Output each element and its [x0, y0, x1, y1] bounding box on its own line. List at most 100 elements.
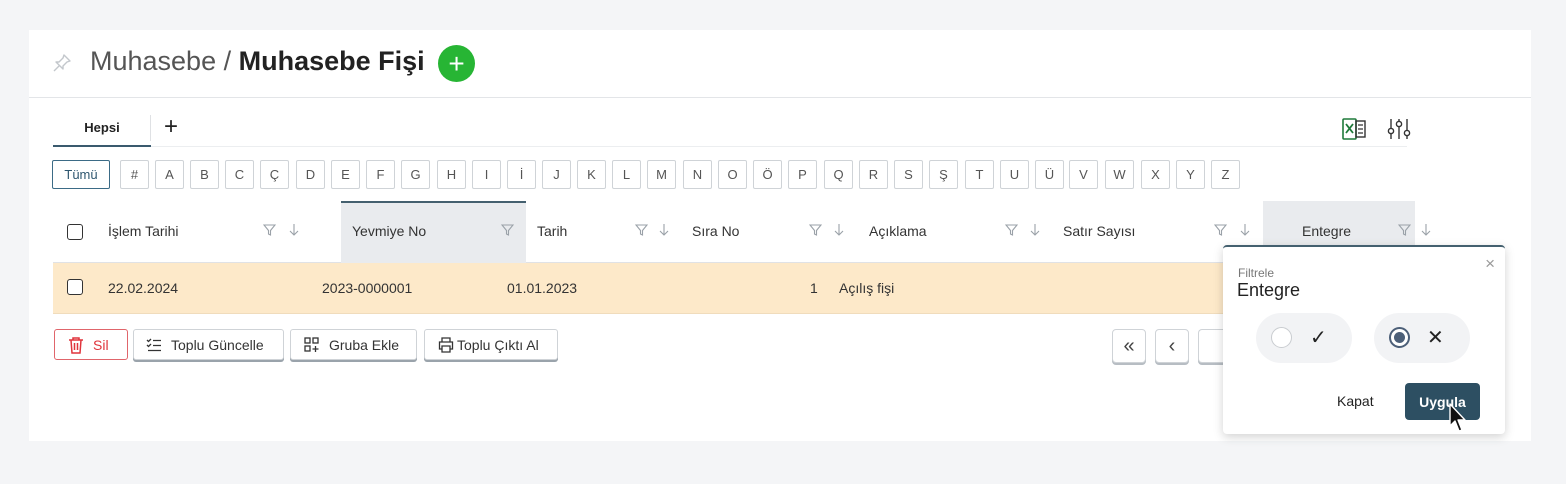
- filter-option-false[interactable]: ✕: [1374, 313, 1470, 363]
- bulk-update-button[interactable]: Toplu Güncelle: [133, 329, 284, 360]
- filter-icon[interactable]: [263, 223, 276, 237]
- page-title: Muhasebe / Muhasebe Fişi: [90, 46, 425, 77]
- sort-down-icon[interactable]: [658, 223, 670, 237]
- excel-export-icon[interactable]: [1341, 116, 1367, 142]
- letter-filter-button[interactable]: Ş: [929, 160, 958, 189]
- letter-filter-button[interactable]: W: [1105, 160, 1134, 189]
- letter-filter-button[interactable]: N: [683, 160, 712, 189]
- tab-divider: [150, 115, 151, 141]
- letter-filter-button[interactable]: Ç: [260, 160, 289, 189]
- letter-filter-button[interactable]: C: [225, 160, 254, 189]
- letter-filter-button[interactable]: S: [894, 160, 923, 189]
- letter-filter-button[interactable]: P: [788, 160, 817, 189]
- filter-icon[interactable]: [1214, 223, 1227, 237]
- letter-filter-all[interactable]: Tümü: [52, 160, 110, 189]
- table-header: İşlem Tarihi Yevmiye No Tarih Sıra No Aç…: [53, 201, 1431, 263]
- filter-icon[interactable]: [501, 223, 514, 237]
- filter-icon[interactable]: [635, 223, 648, 237]
- letter-filter-button[interactable]: A: [155, 160, 184, 189]
- filter-icon[interactable]: [1398, 223, 1411, 237]
- letter-filter-button[interactable]: I: [472, 160, 501, 189]
- bulk-update-label: Toplu Güncelle: [171, 336, 264, 353]
- column-header-sira-no[interactable]: Sıra No: [681, 201, 859, 263]
- check-icon: ✓: [1310, 327, 1327, 349]
- cell-yevmiye-no: 2023-0000001: [322, 280, 413, 296]
- letter-filter-button[interactable]: Q: [824, 160, 853, 189]
- letter-filter-button[interactable]: Ö: [753, 160, 782, 189]
- breadcrumb-parent[interactable]: Muhasebe: [90, 46, 216, 76]
- add-icon: +: [448, 47, 465, 79]
- cell-sira-no: 1: [810, 280, 818, 296]
- filter-icon[interactable]: [809, 223, 822, 237]
- filter-icon[interactable]: [1005, 223, 1018, 237]
- apply-button[interactable]: Uygula: [1405, 383, 1480, 420]
- column-label: Satır Sayısı: [1063, 223, 1136, 239]
- radio-false[interactable]: [1389, 327, 1410, 348]
- letter-filter-button[interactable]: B: [190, 160, 219, 189]
- pager-first-button[interactable]: «: [1112, 329, 1146, 363]
- sort-down-icon[interactable]: [1029, 223, 1041, 237]
- sort-down-icon[interactable]: [1239, 223, 1251, 237]
- tab-hepsi[interactable]: Hepsi: [53, 110, 151, 147]
- add-record-button[interactable]: +: [438, 45, 475, 82]
- x-icon: ✕: [1427, 327, 1444, 349]
- pin-icon[interactable]: [51, 52, 73, 74]
- letter-filter-button[interactable]: H: [437, 160, 466, 189]
- cursor-icon: [1449, 403, 1466, 432]
- tab-bar: Hepsi +: [53, 110, 1407, 147]
- breadcrumb-current: Muhasebe Fişi: [238, 46, 425, 76]
- double-chevron-left-icon: «: [1123, 334, 1135, 357]
- select-all-checkbox[interactable]: [67, 224, 83, 240]
- column-settings-icon[interactable]: [1386, 116, 1412, 142]
- column-header-tarih[interactable]: Tarih: [526, 201, 681, 263]
- radio-true[interactable]: [1271, 327, 1292, 348]
- column-label: Tarih: [537, 223, 568, 239]
- letter-filter-button[interactable]: #: [120, 160, 149, 189]
- letter-filter-button[interactable]: D: [296, 160, 325, 189]
- letter-filter-button[interactable]: X: [1141, 160, 1170, 189]
- letter-filter-button[interactable]: F: [366, 160, 395, 189]
- letter-filter-button[interactable]: T: [965, 160, 994, 189]
- column-header-islem-tarihi[interactable]: İşlem Tarihi: [103, 201, 336, 263]
- letter-filter-button[interactable]: E: [331, 160, 360, 189]
- letter-filter-button[interactable]: Ü: [1035, 160, 1064, 189]
- letter-filter-button[interactable]: O: [718, 160, 747, 189]
- letter-filter-button[interactable]: L: [612, 160, 641, 189]
- letter-filter-button[interactable]: J: [542, 160, 571, 189]
- list-check-icon: [146, 338, 161, 351]
- letter-filter-button[interactable]: R: [859, 160, 888, 189]
- add-tab-button[interactable]: +: [164, 113, 178, 141]
- bulk-print-label: Toplu Çıktı Al: [457, 336, 539, 353]
- column-label: Açıklama: [869, 223, 927, 239]
- add-to-group-button[interactable]: Gruba Ekle: [290, 329, 417, 360]
- close-button[interactable]: Kapat: [1337, 393, 1374, 409]
- filter-option-true[interactable]: ✓: [1256, 313, 1352, 363]
- add-to-group-label: Gruba Ekle: [329, 336, 400, 353]
- column-header-aciklama[interactable]: Açıklama: [859, 201, 1053, 263]
- letter-filter-button[interactable]: V: [1069, 160, 1098, 189]
- column-header-yevmiye-no[interactable]: Yevmiye No: [341, 201, 526, 263]
- column-label: İşlem Tarihi: [108, 223, 179, 239]
- letter-filter-button[interactable]: Z: [1211, 160, 1240, 189]
- sort-down-icon[interactable]: [288, 223, 300, 237]
- sort-down-icon[interactable]: [833, 223, 845, 237]
- page-header: Muhasebe / Muhasebe Fişi +: [29, 30, 1531, 98]
- pager-prev-button[interactable]: ‹: [1155, 329, 1189, 363]
- letter-filter-button[interactable]: Y: [1176, 160, 1205, 189]
- letter-filter-button[interactable]: K: [577, 160, 606, 189]
- row-checkbox[interactable]: [67, 279, 83, 295]
- sort-down-icon[interactable]: [1420, 223, 1432, 237]
- printer-icon: [438, 336, 454, 353]
- group-add-icon: [304, 336, 319, 352]
- letter-filter-button[interactable]: İ: [507, 160, 536, 189]
- cell-islem-tarihi: 22.02.2024: [108, 280, 179, 296]
- letter-filter-button[interactable]: G: [401, 160, 430, 189]
- bulk-print-button[interactable]: Toplu Çıktı Al: [424, 329, 558, 360]
- table-row[interactable]: 22.02.2024 2023-0000001 01.01.2023 1 Açı…: [53, 263, 1415, 314]
- letter-filter-button[interactable]: U: [1000, 160, 1029, 189]
- close-icon[interactable]: ×: [1485, 254, 1495, 274]
- letter-filter-button[interactable]: M: [647, 160, 676, 189]
- trash-icon: [69, 336, 83, 354]
- column-label: Yevmiye No: [352, 223, 427, 239]
- delete-button[interactable]: Sil: [54, 329, 128, 360]
